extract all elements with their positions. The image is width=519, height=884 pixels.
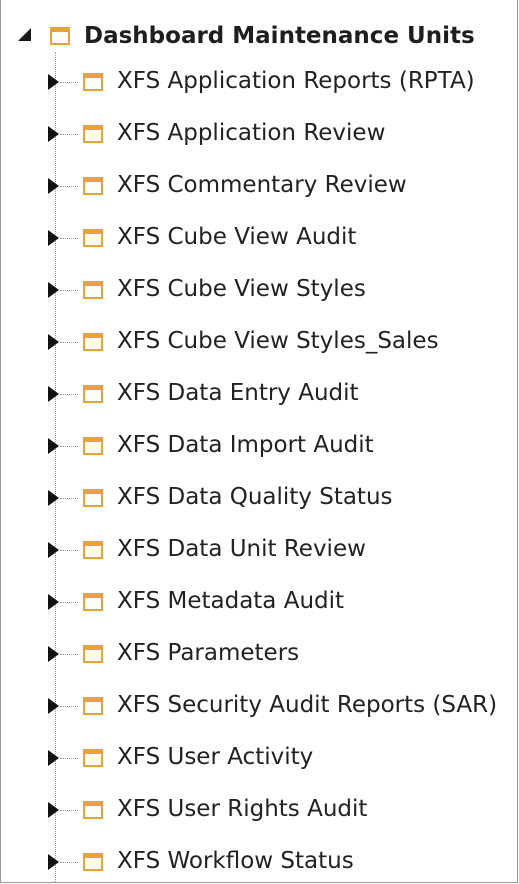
expand-arrow-icon[interactable] xyxy=(48,802,59,818)
tree-branch-line xyxy=(60,654,78,655)
expand-arrow-icon[interactable] xyxy=(48,490,59,506)
folder-icon xyxy=(83,281,103,299)
tree-node[interactable]: XFS Data Unit Review xyxy=(1,524,517,576)
tree-children: XFS Application Reports (RPTA) XFS Applic… xyxy=(1,0,517,882)
folder-icon xyxy=(83,489,103,507)
folder-icon xyxy=(83,749,103,767)
tree-node-label: XFS Cube View Styles xyxy=(117,276,366,302)
folder-icon xyxy=(83,177,103,195)
tree-node-label: XFS Data Quality Status xyxy=(117,484,393,510)
tree-node[interactable]: XFS User Activity xyxy=(1,732,517,784)
tree-branch-line xyxy=(60,446,78,447)
tree-node-label: XFS Metadata Audit xyxy=(117,588,345,614)
expand-arrow-icon[interactable] xyxy=(48,74,59,90)
tree-node-label: XFS Cube View Audit xyxy=(117,224,357,250)
tree-node-label: XFS Data Entry Audit xyxy=(117,380,359,406)
tree-branch-line xyxy=(60,498,78,499)
tree-node-label: XFS Commentary Review xyxy=(117,172,407,198)
folder-icon xyxy=(83,125,103,143)
tree-branch-line xyxy=(60,550,78,551)
tree-node-label: XFS Parameters xyxy=(117,640,300,666)
tree-node[interactable]: XFS Application Reports (RPTA) xyxy=(1,56,517,108)
tree-node[interactable]: XFS Workflow Status xyxy=(1,836,517,882)
tree-node[interactable]: XFS Parameters xyxy=(1,628,517,680)
folder-icon xyxy=(83,697,103,715)
expand-arrow-icon[interactable] xyxy=(48,594,59,610)
expand-arrow-icon[interactable] xyxy=(48,178,59,194)
tree-branch-line xyxy=(60,602,78,603)
tree-branch-line xyxy=(60,238,78,239)
tree-node-label: XFS Cube View Styles_Sales xyxy=(117,328,439,354)
folder-icon xyxy=(83,645,103,663)
tree-node[interactable]: XFS Commentary Review xyxy=(1,160,517,212)
tree-branch-line xyxy=(60,134,78,135)
folder-icon xyxy=(83,385,103,403)
tree-node-label: XFS Data Import Audit xyxy=(117,432,374,458)
expand-arrow-icon[interactable] xyxy=(48,282,59,298)
tree-branch-line xyxy=(60,82,78,83)
tree-node[interactable]: XFS User Rights Audit xyxy=(1,784,517,836)
tree-node-label: XFS Workflow Status xyxy=(117,848,354,874)
folder-icon xyxy=(83,593,103,611)
tree-node[interactable]: XFS Security Audit Reports (SAR) xyxy=(1,680,517,732)
expand-arrow-icon[interactable] xyxy=(48,438,59,454)
tree-node[interactable]: XFS Application Review xyxy=(1,108,517,160)
expand-arrow-icon[interactable] xyxy=(48,646,59,662)
tree-node-label: XFS Security Audit Reports (SAR) xyxy=(117,692,498,718)
tree-node[interactable]: XFS Cube View Styles xyxy=(1,264,517,316)
expand-arrow-icon[interactable] xyxy=(48,386,59,402)
folder-icon xyxy=(83,73,103,91)
folder-icon xyxy=(83,853,103,871)
folder-icon xyxy=(83,801,103,819)
tree-branch-line xyxy=(60,758,78,759)
tree-branch-line xyxy=(60,342,78,343)
tree-node[interactable]: XFS Cube View Audit xyxy=(1,212,517,264)
folder-icon xyxy=(83,541,103,559)
tree-node-label: XFS Data Unit Review xyxy=(117,536,366,562)
tree-node[interactable]: XFS Data Quality Status xyxy=(1,472,517,524)
tree-node[interactable]: XFS Cube View Styles_Sales xyxy=(1,316,517,368)
expand-arrow-icon[interactable] xyxy=(48,698,59,714)
expand-arrow-icon[interactable] xyxy=(48,230,59,246)
tree-node[interactable]: XFS Data Entry Audit xyxy=(1,368,517,420)
tree-node-label: XFS Application Review xyxy=(117,120,386,146)
tree-node-label: XFS Application Reports (RPTA) xyxy=(117,68,475,94)
tree-node-label: XFS User Rights Audit xyxy=(117,796,368,822)
tree-branch-line xyxy=(60,862,78,863)
tree-node-label: XFS User Activity xyxy=(117,744,314,770)
tree-panel: Dashboard Maintenance Units XFS Applicat… xyxy=(0,0,518,883)
expand-arrow-icon[interactable] xyxy=(48,542,59,558)
folder-icon xyxy=(83,437,103,455)
tree-branch-line xyxy=(60,810,78,811)
tree-node[interactable]: XFS Data Import Audit xyxy=(1,420,517,472)
folder-icon xyxy=(83,333,103,351)
tree-node[interactable]: XFS Metadata Audit xyxy=(1,576,517,628)
tree-branch-line xyxy=(60,706,78,707)
folder-icon xyxy=(83,229,103,247)
expand-arrow-icon[interactable] xyxy=(48,334,59,350)
expand-arrow-icon[interactable] xyxy=(48,750,59,766)
tree-branch-line xyxy=(60,394,78,395)
dashboard-tree: Dashboard Maintenance Units XFS Applicat… xyxy=(1,0,517,882)
tree-branch-line xyxy=(60,290,78,291)
tree-branch-line xyxy=(60,186,78,187)
expand-arrow-icon[interactable] xyxy=(48,854,59,870)
expand-arrow-icon[interactable] xyxy=(48,126,59,142)
